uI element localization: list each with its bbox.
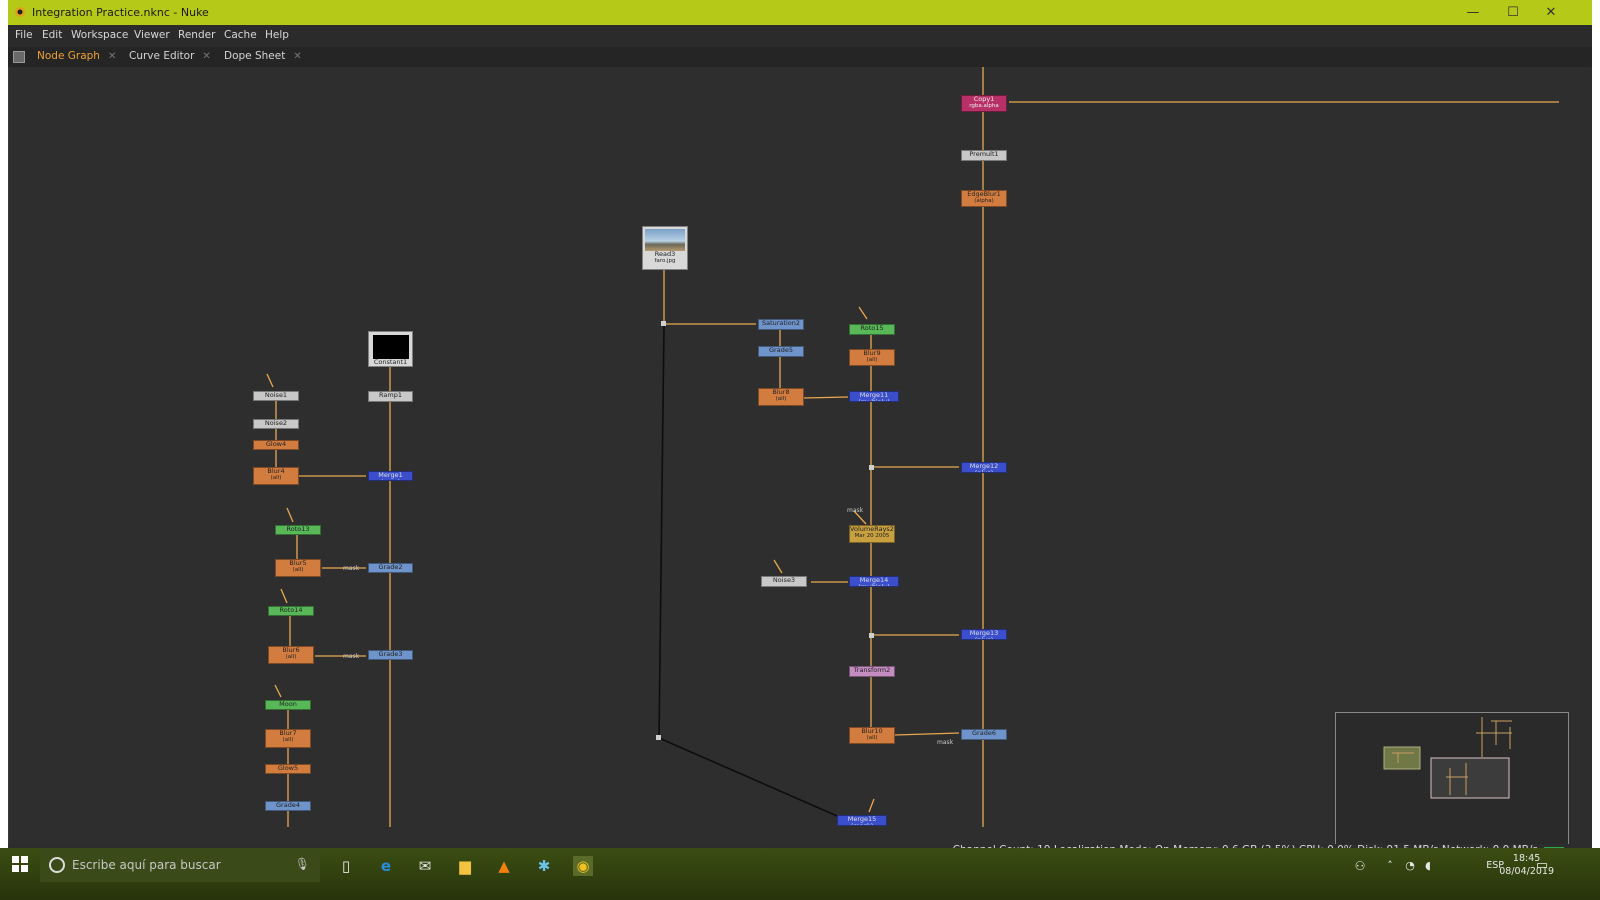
- title-bar[interactable]: Integration Practice.nknc - Nuke — ☐ ✕: [8, 0, 1592, 25]
- node-blur8[interactable]: Blur8 (all): [758, 388, 804, 406]
- windows-taskbar: Escribe aquí para buscar 🎙 ▯ e ✉ ▆ ▲ ✱ ◉…: [0, 848, 1600, 900]
- node-grade3[interactable]: Grade3: [368, 650, 413, 660]
- node-blur10[interactable]: Blur10 (all): [849, 727, 895, 744]
- menu-bar: File Edit Workspace Viewer Render Cache …: [8, 25, 1592, 48]
- cortana-icon: [49, 857, 65, 873]
- read3-thumbnail: [645, 229, 685, 251]
- pane-menu-icon[interactable]: [13, 51, 25, 63]
- microphone-icon[interactable]: 🎙: [295, 857, 310, 871]
- vlc-icon[interactable]: ▲: [494, 856, 514, 876]
- node-blur9[interactable]: Blur9 (all): [849, 349, 895, 366]
- node-noise2[interactable]: Noise2: [253, 419, 299, 429]
- node-roto13[interactable]: Roto13: [275, 525, 321, 535]
- nuke-window: Integration Practice.nknc - Nuke — ☐ ✕ F…: [8, 0, 1592, 860]
- tab-dope-sheet[interactable]: Dope Sheet ✕: [224, 50, 302, 66]
- window-title: Integration Practice.nknc - Nuke: [32, 6, 209, 19]
- node-read3[interactable]: Read3 faro.jpg: [642, 226, 688, 270]
- taskbar-search-box[interactable]: Escribe aquí para buscar 🎙: [40, 848, 320, 882]
- node-blur4[interactable]: Blur4 (all): [253, 467, 299, 485]
- close-icon[interactable]: ✕: [293, 51, 301, 62]
- node-blur7[interactable]: Blur7 (all): [265, 729, 311, 748]
- maximize-button[interactable]: ☐: [1498, 3, 1528, 22]
- node-constant1[interactable]: Constant1: [368, 331, 413, 367]
- node-graph-canvas[interactable]: Copy1 rgba.alpha Premult1 EdgeBlur1 (alpha…: [8, 67, 1579, 844]
- node-blur5[interactable]: Blur5 (all): [275, 559, 321, 577]
- menu-cache[interactable]: Cache: [224, 29, 257, 41]
- menu-edit[interactable]: Edit: [42, 29, 62, 41]
- network-icon[interactable]: ◔: [1400, 856, 1420, 876]
- tab-node-graph[interactable]: Node Graph ✕: [37, 50, 116, 66]
- node-glow5[interactable]: Glow5: [265, 764, 311, 774]
- node-ramp1[interactable]: Ramp1: [368, 391, 413, 402]
- menu-viewer[interactable]: Viewer: [134, 29, 170, 41]
- node-moon[interactable]: Moon: [265, 700, 311, 710]
- edge-label-mask: mask: [847, 507, 864, 514]
- node-merge12[interactable]: Merge12 (plus): [961, 462, 1007, 473]
- node-merge13[interactable]: Merge13 (plus): [961, 629, 1007, 640]
- close-button[interactable]: ✕: [1536, 3, 1566, 22]
- tab-curve-editor[interactable]: Curve Editor ✕: [129, 50, 211, 66]
- node-blur6[interactable]: Blur6 (all): [268, 646, 314, 664]
- mail-icon[interactable]: ✉: [415, 856, 435, 876]
- menu-render[interactable]: Render: [178, 29, 215, 41]
- panel-tab-bar: Node Graph ✕ Curve Editor ✕ Dope Sheet ✕: [8, 47, 1592, 67]
- node-grade2[interactable]: Grade2: [368, 563, 413, 573]
- node-merge1[interactable]: Merge1 (over): [368, 471, 413, 481]
- task-view-icon[interactable]: ▯: [336, 856, 356, 876]
- node-roto14[interactable]: Roto14: [268, 606, 314, 616]
- volume-icon[interactable]: ◖: [1418, 856, 1438, 876]
- constant1-thumbnail: [372, 335, 409, 359]
- node-grade5[interactable]: Grade5: [758, 346, 804, 357]
- close-icon[interactable]: ✕: [108, 51, 116, 62]
- file-explorer-icon[interactable]: ▆: [455, 856, 475, 876]
- node-saturation2[interactable]: Saturation2: [758, 319, 804, 330]
- menu-workspace[interactable]: Workspace: [71, 29, 128, 41]
- edge-label-mask: mask: [937, 739, 954, 746]
- edge-label-mask: mask: [343, 653, 360, 660]
- show-hidden-icons-icon[interactable]: ˄: [1380, 856, 1400, 876]
- minimize-button[interactable]: —: [1458, 3, 1488, 22]
- edge-label-mask: mask: [343, 565, 360, 572]
- nuke-logo-icon: [15, 7, 25, 17]
- node-grade6[interactable]: Grade6: [961, 729, 1007, 740]
- graph-minimap[interactable]: [1335, 712, 1569, 844]
- node-grade4[interactable]: Grade4: [265, 801, 311, 811]
- node-merge11[interactable]: Merge11 (multiply): [849, 391, 899, 402]
- node-volumerays2[interactable]: VolumeRays2 Mar 20 2005: [849, 525, 895, 543]
- node-noise1[interactable]: Noise1: [253, 391, 299, 401]
- notifications-icon[interactable]: ▭: [1532, 856, 1552, 876]
- edge-browser-icon[interactable]: e: [376, 856, 396, 876]
- minimap-preview: [1383, 717, 1512, 799]
- nuke-taskbar-icon[interactable]: ◉: [573, 856, 593, 876]
- node-merge15[interactable]: Merge15 (mask): [837, 815, 887, 826]
- windows-start-icon[interactable]: [10, 856, 30, 876]
- node-merge14[interactable]: Merge14 (multiply): [849, 576, 899, 587]
- menu-help[interactable]: Help: [265, 29, 289, 41]
- close-icon[interactable]: ✕: [202, 51, 210, 62]
- node-copy1[interactable]: Copy1 rgba.alpha: [961, 95, 1007, 112]
- node-glow4[interactable]: Glow4: [253, 440, 299, 450]
- node-transform2[interactable]: Transform2: [849, 666, 895, 677]
- menu-file[interactable]: File: [15, 29, 33, 41]
- search-placeholder: Escribe aquí para buscar: [72, 858, 221, 872]
- node-noise3[interactable]: Noise3: [761, 576, 807, 587]
- node-roto15[interactable]: Roto15: [849, 324, 895, 335]
- node-premult1[interactable]: Premult1: [961, 150, 1007, 161]
- node-edgeblur1[interactable]: EdgeBlur1 (alpha): [961, 190, 1007, 207]
- people-icon[interactable]: ⚇: [1350, 856, 1370, 876]
- app-icon[interactable]: ✱: [534, 856, 554, 876]
